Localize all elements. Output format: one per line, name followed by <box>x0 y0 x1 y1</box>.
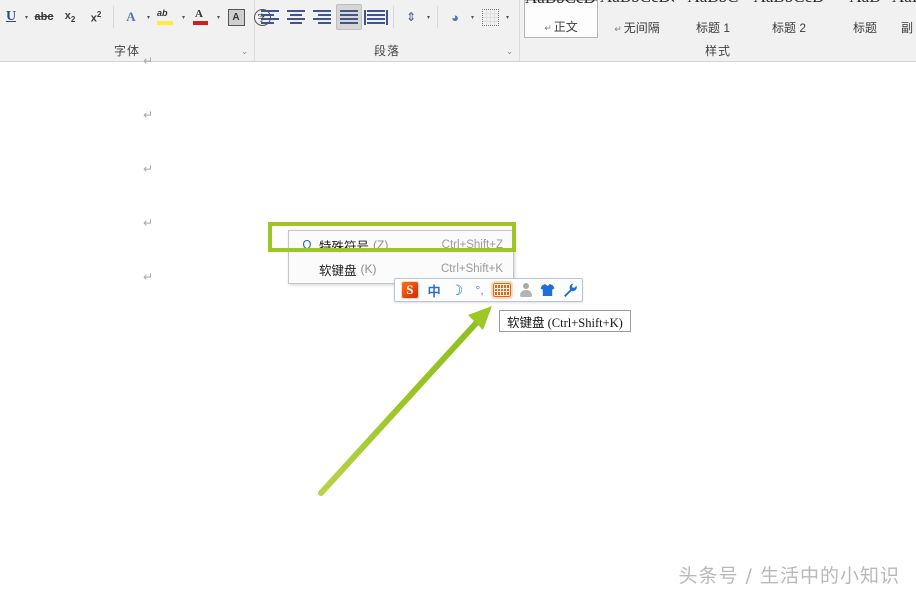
settings-wrench-icon[interactable] <box>559 280 582 300</box>
align-center-button[interactable] <box>284 5 308 29</box>
user-account-icon[interactable] <box>514 280 537 300</box>
highlight-caret[interactable]: ▾ <box>179 5 188 29</box>
line-spacing-icon: ⇕ <box>405 10 417 24</box>
context-menu-item-shortcut: Ctrl+Shift+K <box>441 263 503 275</box>
style-name: 标题 1 <box>695 21 730 35</box>
text-effects-icon: A <box>126 9 136 24</box>
context-menu-item-shortcut: Ctrl+Shift+Z <box>441 239 503 251</box>
strikethrough-button[interactable]: abc <box>32 5 56 29</box>
document-canvas[interactable]: ↵ ↵ ↵ ↵ ↵ <box>0 55 916 597</box>
font-dialog-launcher[interactable]: ⌄ <box>239 46 250 57</box>
skin-shirt-icon[interactable] <box>536 280 559 300</box>
text-effects-caret[interactable]: ▾ <box>144 5 153 29</box>
style-item-title[interactable]: AaB 标题 <box>828 0 902 38</box>
shading-button[interactable]: ◕ <box>443 5 467 29</box>
strikethrough-icon: abc <box>34 11 54 23</box>
omega-icon: Ω <box>302 238 312 252</box>
style-name: ↵ 正文 <box>544 20 578 34</box>
ribbon-group-label-styles: 样式 <box>704 44 731 58</box>
style-preview: AaBbC <box>676 0 750 6</box>
style-item-heading1[interactable]: AaBbC 标题 1 <box>676 0 750 38</box>
paragraph-mark: ↵ <box>143 270 154 284</box>
watermark-text: 头条号 / 生活中的小知识 <box>678 565 900 587</box>
punctuation-icon[interactable]: °, <box>468 280 491 300</box>
subscript-icon: x2 <box>64 9 76 25</box>
ribbon: U ▾ abc x2 x2 A ▾ ab ▾ A ▾ A 字体 ⌄ ⇕ ▾ ◕ … <box>0 0 916 62</box>
underline-icon: U <box>5 9 17 24</box>
sogou-ime-toolbar: S 中 ☽ °, <box>394 278 583 302</box>
context-menu-item-key: (Z) <box>373 238 389 252</box>
style-item-subtitle[interactable]: AaB 副 <box>892 0 916 38</box>
paragraph-mark: ↵ <box>143 108 154 122</box>
style-preview: AaBbCcD <box>752 0 826 6</box>
align-justify-icon <box>340 9 358 25</box>
subscript-button[interactable]: x2 <box>58 5 82 29</box>
style-item-zhengwen[interactable]: AaBbCcDd ↵正文 <box>524 0 598 38</box>
highlight-button[interactable]: ab <box>154 5 178 29</box>
divider <box>113 6 114 28</box>
context-menu-item-label: 软键盘 <box>319 263 357 278</box>
line-spacing-caret[interactable]: ▾ <box>424 5 433 29</box>
font-color-icon: A <box>193 8 209 26</box>
style-name: 副 <box>900 21 913 35</box>
character-shading-button[interactable]: A <box>224 5 248 29</box>
borders-icon <box>481 8 499 26</box>
superscript-button[interactable]: x2 <box>84 5 108 29</box>
underline-button[interactable]: U <box>1 5 21 29</box>
font-color-caret[interactable]: ▾ <box>214 5 223 29</box>
ribbon-group-font: U ▾ abc x2 x2 A ▾ ab ▾ A ▾ A 字体 ⌄ <box>0 0 271 61</box>
chinese-english-toggle-icon[interactable]: 中 <box>423 280 446 300</box>
style-item-heading2[interactable]: AaBbCcD 标题 2 <box>752 0 826 38</box>
align-left-button[interactable] <box>258 5 282 29</box>
align-distributed-button[interactable] <box>364 5 388 29</box>
ribbon-group-styles: AaBbCcDd ↵正文 AaBbCcDd ↵无间隔 AaBbC 标题 1 Aa… <box>520 0 916 61</box>
paragraph-mark: ↵ <box>143 54 154 68</box>
soft-keyboard-tooltip: 软键盘 (Ctrl+Shift+K) <box>499 310 631 332</box>
context-menu-item-special-symbols[interactable]: Ω 特殊符号 (Z) Ctrl+Shift+Z <box>289 233 513 257</box>
divider <box>437 6 438 28</box>
paragraph-mark: ↵ <box>143 162 154 176</box>
style-name: 标题 <box>852 21 877 35</box>
paint-bucket-icon: ◕ <box>451 9 459 25</box>
sogou-logo-icon[interactable]: S <box>397 280 423 300</box>
borders-button[interactable] <box>478 5 502 29</box>
ribbon-group-label-font: 字体 <box>113 44 140 58</box>
align-right-button[interactable] <box>310 5 334 29</box>
style-name: 标题 2 <box>771 21 806 35</box>
borders-caret[interactable]: ▾ <box>503 5 512 29</box>
shading-caret[interactable]: ▾ <box>468 5 477 29</box>
context-menu-item-label: 特殊符号 <box>319 239 370 254</box>
style-preview: AaBbCcDd <box>600 0 674 6</box>
context-menu-item-key: (K) <box>360 262 377 276</box>
text-effects-button[interactable]: A <box>119 5 143 29</box>
soft-keyboard-icon[interactable] <box>491 280 514 300</box>
style-preview: AaB <box>892 0 916 6</box>
style-preview: AaBbCcDd <box>525 0 597 7</box>
font-color-button[interactable]: A <box>189 5 213 29</box>
ribbon-group-label-paragraph: 段落 <box>373 44 400 58</box>
divider <box>393 6 394 28</box>
align-justify-button[interactable] <box>336 4 362 30</box>
ime-context-menu: Ω 特殊符号 (Z) Ctrl+Shift+Z 软键盘 (K) Ctrl+Shi… <box>288 230 514 284</box>
style-item-wujiange[interactable]: AaBbCcDd ↵无间隔 <box>600 0 674 38</box>
align-left-icon <box>261 9 279 25</box>
style-preview: AaB <box>828 0 902 6</box>
align-right-icon <box>313 9 331 25</box>
align-distributed-icon <box>364 9 388 25</box>
paragraph-dialog-launcher[interactable]: ⌄ <box>504 46 515 57</box>
style-name: ↵ 无间隔 <box>614 21 660 35</box>
superscript-icon: x2 <box>90 9 102 25</box>
align-center-icon <box>287 9 305 25</box>
highlight-icon: ab <box>157 8 175 26</box>
ribbon-group-paragraph: ⇕ ▾ ◕ ▾ ▾ 段落 ⌄ <box>255 0 520 61</box>
underline-dropdown-caret[interactable]: ▾ <box>22 5 31 29</box>
crescent-moon-icon[interactable]: ☽ <box>445 280 468 300</box>
line-spacing-button[interactable]: ⇕ <box>399 5 423 29</box>
character-shading-icon: A <box>227 8 245 26</box>
paragraph-mark: ↵ <box>143 216 154 230</box>
